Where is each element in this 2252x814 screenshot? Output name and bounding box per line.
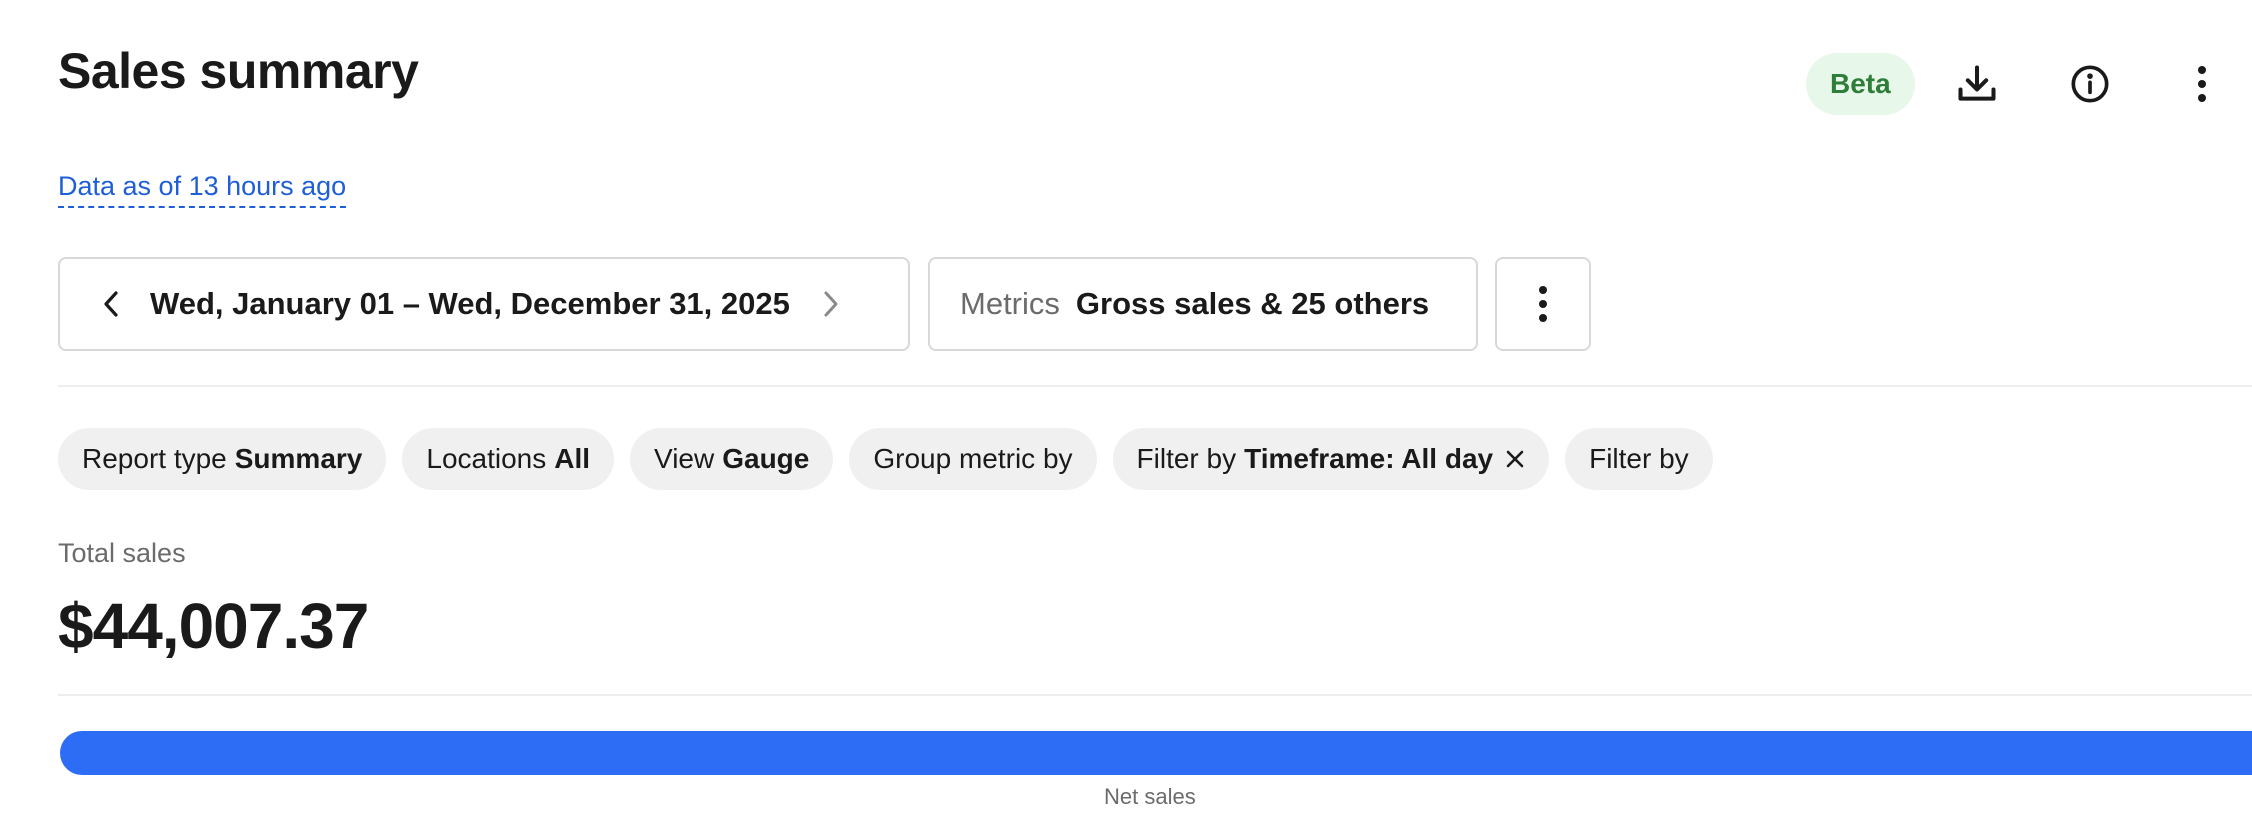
report-type-chip[interactable]: Report type Summary [58, 428, 387, 490]
chevron-left-icon [104, 291, 118, 317]
chip-label: Report type [82, 443, 227, 474]
gauge-segment-label: Net sales [1104, 784, 1196, 809]
divider [58, 385, 2252, 387]
metrics-value: Gross sales & 25 others [1075, 286, 1430, 321]
chip-value: All [554, 443, 591, 474]
info-button[interactable] [2058, 52, 2122, 116]
more-vertical-icon [2197, 66, 2206, 102]
download-icon [1958, 65, 1996, 101]
group-metric-chip[interactable]: Group metric by [849, 428, 1097, 490]
date-range-text: Wed, January 01 – Wed, December 31, 2025 [150, 286, 790, 321]
locations-chip[interactable]: Locations All [402, 428, 615, 490]
page-title: Sales summary [58, 43, 419, 99]
chip-label: Group metric by [873, 443, 1073, 474]
chip-label: Filter by [1589, 443, 1689, 474]
add-filter-chip[interactable]: Filter by [1565, 428, 1713, 490]
chip-value: Gauge [722, 443, 810, 474]
close-icon [1506, 450, 1524, 468]
filter-chips: Report type Summary Locations All View G… [58, 428, 1713, 490]
date-range-control[interactable]: Wed, January 01 – Wed, December 31, 2025 [58, 257, 910, 351]
chip-value: Timeframe: All day [1244, 443, 1494, 474]
download-button[interactable] [1945, 52, 2009, 116]
previous-range-button[interactable] [86, 278, 138, 330]
total-sales-value: $44,007.37 [58, 590, 369, 662]
report-options-button[interactable] [1495, 257, 1591, 351]
chip-value: Summary [234, 443, 363, 474]
chevron-right-icon [824, 291, 838, 317]
info-icon [2071, 65, 2109, 103]
header-actions: Beta [1806, 52, 2234, 116]
more-vertical-icon [1539, 286, 1547, 322]
remove-filter-button[interactable] [1505, 449, 1525, 469]
chip-label: Filter by [1136, 443, 1237, 474]
chip-label: View [654, 443, 715, 474]
timeframe-filter-chip[interactable]: Filter by Timeframe: All day [1112, 428, 1550, 490]
chip-label: Locations [426, 443, 547, 474]
more-options-button[interactable] [2170, 52, 2234, 116]
view-chip[interactable]: View Gauge [630, 428, 834, 490]
data-freshness-link[interactable]: Data as of 13 hours ago [58, 168, 347, 208]
divider [58, 694, 2252, 696]
total-sales-label: Total sales [58, 538, 186, 568]
beta-badge: Beta [1806, 53, 1915, 115]
next-range-button[interactable] [804, 278, 856, 330]
net-sales-gauge-segment[interactable] [60, 731, 2252, 775]
sales-gauge [60, 731, 2252, 775]
metrics-label: Metrics [960, 286, 1060, 321]
metrics-selector[interactable]: Metrics Gross sales & 25 others [928, 257, 1478, 351]
